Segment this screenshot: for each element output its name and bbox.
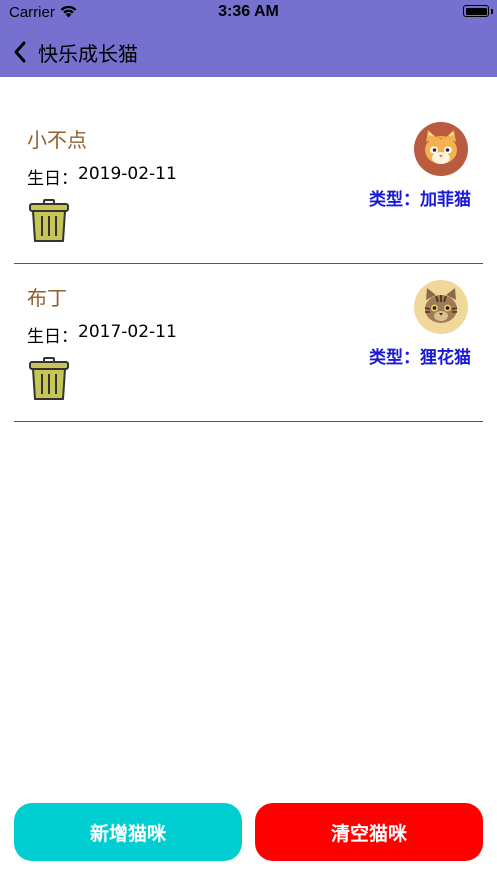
cat-type: 类型： 狸花猫 <box>369 343 471 368</box>
birthday-label: 生日： <box>27 327 78 347</box>
type-label: 类型： <box>369 348 420 368</box>
type-value: 加菲猫 <box>420 190 471 210</box>
trash-icon[interactable] <box>27 356 71 402</box>
page-title: 快乐成长猫 <box>38 41 138 66</box>
add-cat-button[interactable]: 新增猫咪 <box>14 803 242 861</box>
cat-birthday: 生日： 2017-02-11 <box>27 322 177 347</box>
tabby-cat-face-icon <box>414 280 468 334</box>
cat-birthday: 生日： 2019-02-11 <box>27 164 177 189</box>
cat-list-item[interactable]: 小不点 生日： 2019-02-11 类型： 加菲猫 <box>14 106 483 264</box>
birthday-label: 生日： <box>27 169 78 189</box>
status-time: 3:36 AM <box>218 3 279 20</box>
cat-name: 小不点 <box>27 128 87 152</box>
orange-cat-face-icon <box>414 122 468 176</box>
status-bar: Carrier 3:36 AM <box>0 0 497 26</box>
clear-cats-button[interactable]: 清空猫咪 <box>255 803 483 861</box>
birthday-value: 2017-02-11 <box>78 322 177 342</box>
battery-cap <box>491 9 493 14</box>
chevron-left-icon <box>14 41 26 63</box>
birthday-value: 2019-02-11 <box>78 164 177 184</box>
type-value: 狸花猫 <box>420 348 471 368</box>
cat-name: 布丁 <box>27 286 67 310</box>
battery-fill <box>465 7 487 15</box>
back-button[interactable]: 快乐成长猫 <box>12 34 138 70</box>
navigation-bar: 快乐成长猫 <box>0 30 497 74</box>
header: Carrier 3:36 AM 快乐成长猫 <box>0 0 497 77</box>
cat-type: 类型： 加菲猫 <box>369 185 471 210</box>
battery-icon <box>463 5 489 17</box>
type-label: 类型： <box>369 190 420 210</box>
trash-icon[interactable] <box>27 198 71 244</box>
cat-list-item[interactable]: 布丁 生日： 2017-02-11 类型： 狸花猫 <box>14 264 483 422</box>
